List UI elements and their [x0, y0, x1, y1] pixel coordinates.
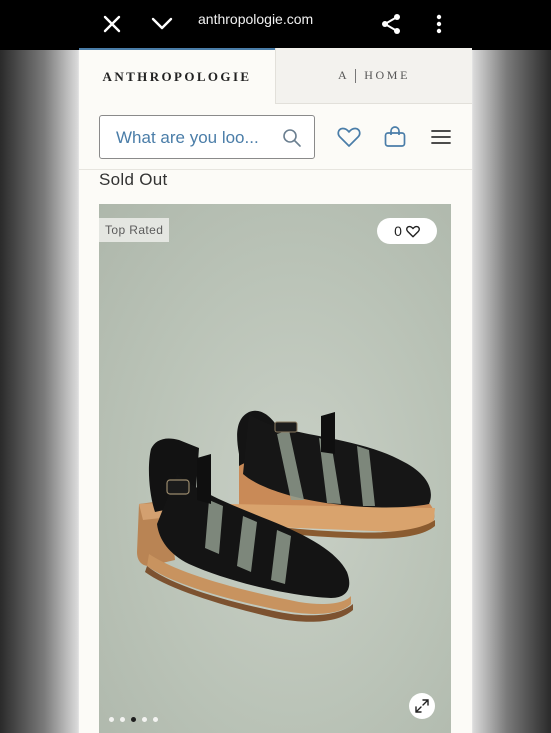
product-image-carousel[interactable]: Top Rated 0: [99, 204, 451, 733]
close-icon[interactable]: [99, 0, 125, 48]
menu-icon[interactable]: [429, 125, 453, 149]
carousel-dot[interactable]: [131, 717, 136, 722]
product-photo: [137, 410, 435, 622]
carousel-dot[interactable]: [153, 717, 158, 722]
url-text[interactable]: anthropologie.com: [198, 0, 313, 38]
bag-icon[interactable]: [383, 125, 407, 149]
browser-toolbar: anthropologie.com: [79, 0, 472, 48]
tab-home-divider: [355, 68, 357, 83]
expand-icon[interactable]: [409, 693, 435, 719]
carousel-dot[interactable]: [120, 717, 125, 722]
tab-anthropologie[interactable]: ANTHROPOLOGIE: [79, 48, 275, 104]
search-icon[interactable]: [282, 128, 302, 148]
chevron-down-icon[interactable]: [149, 0, 175, 48]
share-icon[interactable]: [378, 0, 404, 48]
sold-out-label: Sold Out: [99, 170, 168, 189]
heart-icon[interactable]: [337, 125, 361, 149]
phone-screen: anthropologie.com ANTHROPOLOGIE A HOME W…: [79, 0, 472, 733]
carousel-dots: [109, 717, 158, 722]
heart-icon: [405, 225, 420, 237]
carousel-dot[interactable]: [142, 717, 147, 722]
site-header: [79, 104, 472, 170]
tab-home-mark: A: [337, 68, 350, 82]
carousel-dot[interactable]: [109, 717, 114, 722]
search-input[interactable]: [114, 116, 278, 160]
tab-home-label: HOME: [364, 68, 410, 82]
like-button[interactable]: 0: [377, 218, 437, 244]
search-box[interactable]: [99, 115, 315, 160]
brand-tabs: ANTHROPOLOGIE A HOME: [79, 48, 472, 104]
like-count: 0: [394, 223, 402, 239]
more-vert-icon[interactable]: [429, 0, 449, 48]
top-rated-badge: Top Rated: [99, 218, 170, 242]
tab-anthropologie-label: ANTHROPOLOGIE: [102, 69, 252, 84]
tab-home[interactable]: A HOME: [275, 48, 472, 104]
